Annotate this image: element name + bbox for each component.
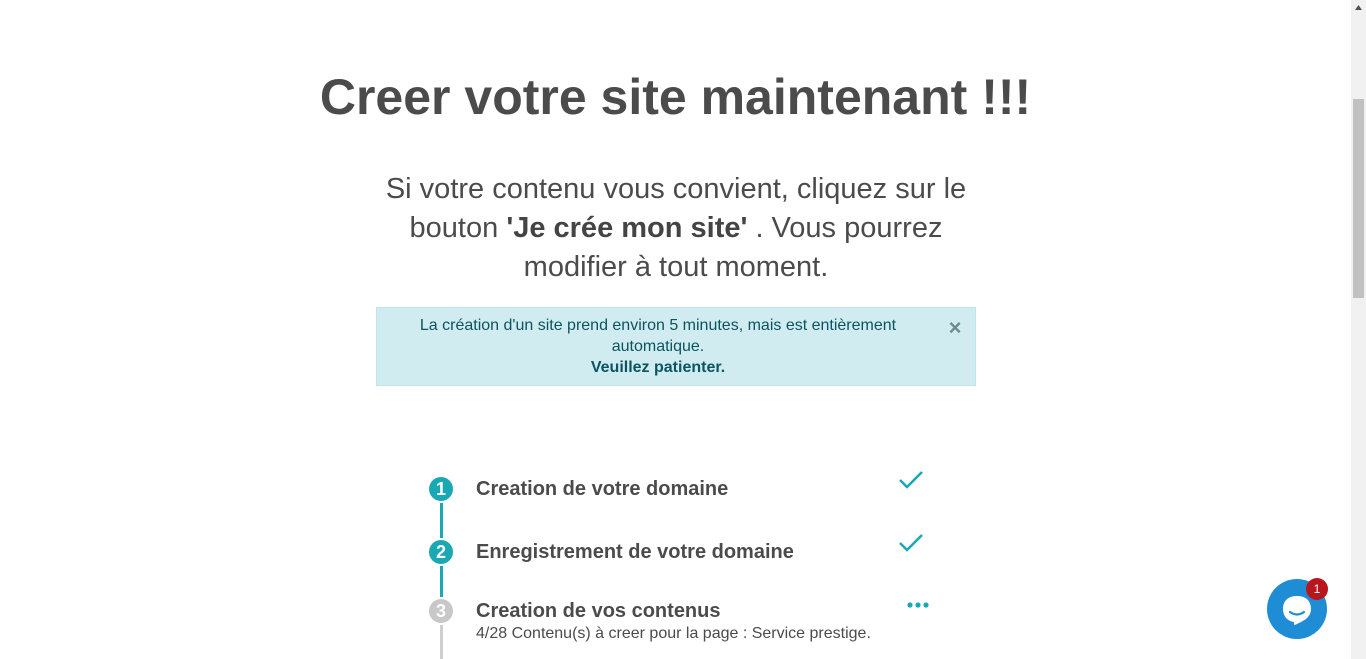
page: Creer votre site maintenant !!! Si votre… (0, 0, 1351, 659)
check-icon (899, 471, 923, 489)
step-2-label: Enregistrement de votre domaine (476, 541, 794, 563)
step-3-detail: 4/28 Contenu(s) à creer pour la page : S… (476, 625, 871, 642)
step-connector (440, 503, 443, 538)
intro-button-name: 'Je crée mon site' (506, 212, 748, 244)
alert-emphasis: Veuillez patienter. (590, 359, 726, 376)
step-3-label: Creation de vos contenus (476, 600, 721, 622)
alert-text: La création d'un site prend environ 5 mi… (407, 315, 909, 378)
step-connector (440, 625, 443, 659)
scrollbar-thumb[interactable] (1353, 99, 1364, 298)
step-1-number: 1 (429, 477, 453, 501)
page-title: Creer votre site maintenant !!! (319, 69, 1032, 125)
alert-message: La création d'un site prend environ 5 mi… (419, 317, 897, 355)
info-alert: La création d'un site prend environ 5 mi… (376, 307, 976, 386)
vertical-scrollbar[interactable] (1351, 0, 1366, 659)
chat-notification-badge: 1 (1306, 578, 1328, 600)
step-1-label: Creation de votre domaine (476, 478, 729, 500)
scroll-up-arrow-icon[interactable] (1351, 0, 1366, 15)
alert-close-button[interactable]: × (943, 316, 967, 340)
step-connector (440, 566, 443, 597)
check-icon (899, 534, 923, 552)
more-dots-icon (907, 602, 929, 608)
step-3-number: 3 (429, 599, 453, 623)
intro-text: Si votre contenu vous convient, cliquez … (376, 170, 976, 287)
step-2-number: 2 (429, 540, 453, 564)
